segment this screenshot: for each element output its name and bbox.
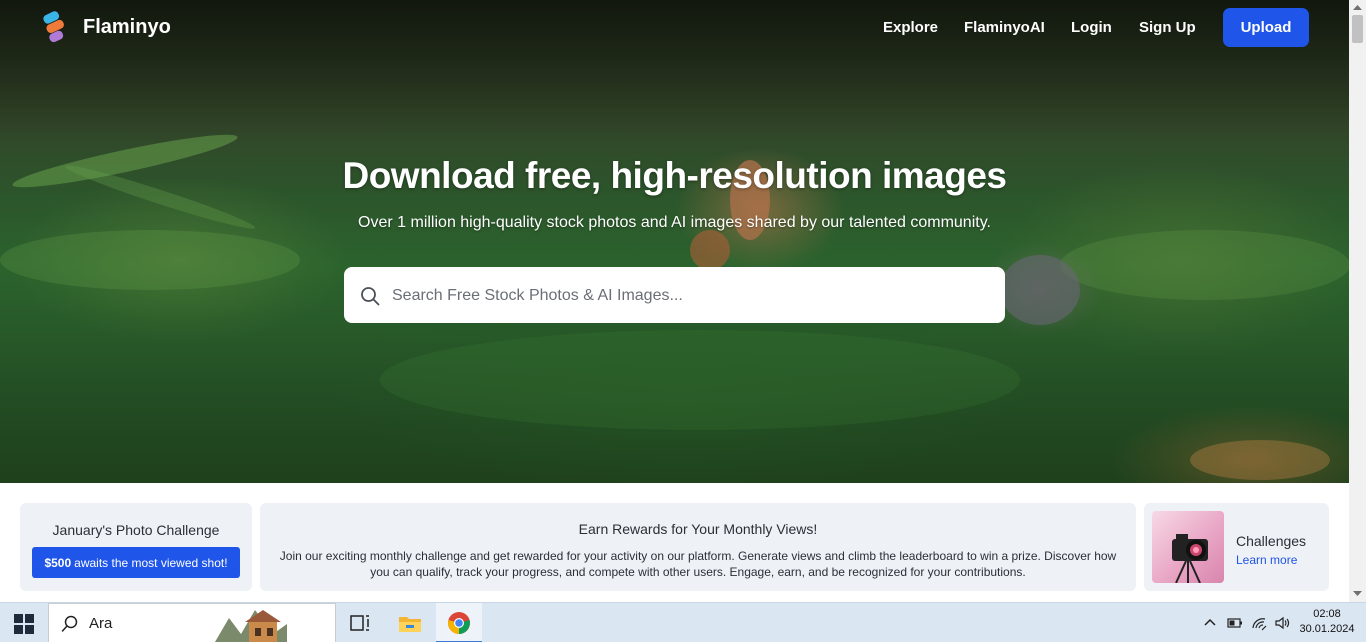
nav-link-explore[interactable]: Explore <box>883 19 938 36</box>
prize-amount: $500 <box>44 555 72 570</box>
scroll-up-arrow-icon[interactable] <box>1352 3 1363 11</box>
clock-date: 30.01.2024 <box>1299 623 1355 635</box>
camera-thumbnail <box>1152 511 1224 583</box>
challenges-card[interactable]: Challenges Learn more <box>1144 503 1329 591</box>
wifi-icon[interactable] <box>1251 615 1267 631</box>
search-highlight-illustration <box>215 610 287 642</box>
hero-title: Download free, high-resolution images <box>342 155 1007 196</box>
clock-time: 02:08 <box>1313 608 1341 620</box>
flaminyo-logo-icon[interactable] <box>40 11 70 45</box>
scroll-down-arrow-icon[interactable] <box>1352 590 1363 598</box>
rewards-title: Earn Rewards for Your Monthly Views! <box>578 521 818 537</box>
rewards-card: Earn Rewards for Your Monthly Views! Joi… <box>260 503 1136 591</box>
file-explorer-icon[interactable] <box>396 609 424 637</box>
prize-button[interactable]: $500 awaits the most viewed shot! <box>32 547 240 578</box>
taskbar-search-placeholder: Ara <box>89 615 113 632</box>
camera-icon <box>1172 534 1208 583</box>
learn-more-link[interactable]: Learn more <box>1236 553 1297 567</box>
top-navigation: Flaminyo Explore FlaminyoAI Login Sign U… <box>0 0 1349 56</box>
search-icon <box>61 615 78 632</box>
prize-text: awaits the most viewed shot! <box>74 555 228 570</box>
volume-icon[interactable] <box>1274 615 1290 631</box>
photo-challenge-card: January's Photo Challenge $500 awaits th… <box>20 503 252 591</box>
windows-taskbar: Ara 02:08 30.01.2024 <box>0 602 1366 642</box>
battery-icon[interactable] <box>1227 615 1243 631</box>
page-scrollbar[interactable] <box>1349 0 1366 602</box>
search-input[interactable] <box>392 283 982 309</box>
brand-name[interactable]: Flaminyo <box>83 16 171 39</box>
challenges-title: Challenges <box>1236 533 1307 549</box>
search-icon <box>361 287 380 306</box>
nav-link-flaminyoai[interactable]: FlaminyoAI <box>964 19 1045 36</box>
task-view-icon[interactable] <box>346 609 374 637</box>
hero-background-image <box>0 0 1349 483</box>
upload-button[interactable]: Upload <box>1223 8 1309 47</box>
rewards-description: Join our exciting monthly challenge and … <box>279 549 1117 579</box>
chevron-up-icon[interactable] <box>1202 615 1218 631</box>
nav-link-login[interactable]: Login <box>1071 19 1112 36</box>
chrome-icon[interactable] <box>445 609 473 637</box>
windows-start-icon[interactable] <box>14 614 34 634</box>
photo-challenge-title: January's Photo Challenge <box>52 522 220 538</box>
hero-subtitle: Over 1 million high-quality stock photos… <box>358 214 991 231</box>
system-clock[interactable]: 02:08 30.01.2024 <box>1296 607 1358 637</box>
nav-link-sign-up[interactable]: Sign Up <box>1139 19 1196 36</box>
taskbar-search-box[interactable]: Ara <box>48 603 336 642</box>
scrollbar-thumb[interactable] <box>1352 15 1363 43</box>
